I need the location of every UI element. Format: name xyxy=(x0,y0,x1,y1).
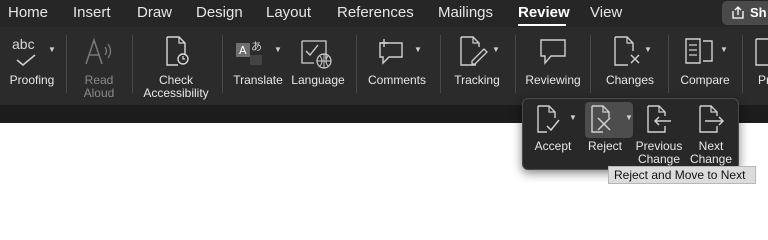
tab-view[interactable]: View xyxy=(590,4,622,21)
chevron-down-icon: ▼ xyxy=(625,113,633,122)
tab-layout[interactable]: Layout xyxy=(266,4,311,21)
proofing-icon-text: abc xyxy=(12,36,35,52)
compare-label: Compare xyxy=(680,73,730,87)
next-change-button[interactable]: Next Change xyxy=(685,99,737,169)
changes-icon xyxy=(614,36,640,66)
check-accessibility-button[interactable]: Check Accessibility xyxy=(138,27,214,103)
chevron-down-icon: ▼ xyxy=(48,45,56,54)
reject-tooltip: Reject and Move to Next xyxy=(608,166,756,184)
tab-references[interactable]: References xyxy=(337,4,414,21)
protect-button[interactable]: Pr xyxy=(746,27,768,103)
previous-change-label-2: Change xyxy=(637,152,681,166)
checkmark-icon xyxy=(16,54,36,67)
tab-draw[interactable]: Draw xyxy=(137,4,172,21)
ribbon-divider xyxy=(440,35,441,93)
changes-button[interactable]: ▼ Changes xyxy=(596,27,664,103)
track-changes-icon xyxy=(460,36,488,66)
translate-label: Translate xyxy=(233,73,283,87)
proofing-label: Proofing xyxy=(9,73,55,87)
check-accessibility-label-2: Accessibility xyxy=(143,86,209,100)
comment-add-icon xyxy=(379,39,403,65)
ribbon-divider xyxy=(132,35,133,93)
svg-text:A: A xyxy=(239,44,247,57)
chevron-down-icon: ▼ xyxy=(569,113,577,122)
language-label: Language xyxy=(291,73,345,87)
chevron-down-icon: ▼ xyxy=(492,45,500,54)
reviewing-button[interactable]: Reviewing xyxy=(520,27,586,103)
ribbon-divider xyxy=(515,35,516,93)
reviewing-comment-icon xyxy=(540,39,566,65)
comments-label: Comments xyxy=(367,73,426,87)
comments-button[interactable]: ▼ Comments xyxy=(362,27,432,103)
ribbon-divider xyxy=(668,35,669,93)
next-change-label-2: Change xyxy=(689,152,733,166)
tab-home[interactable]: Home xyxy=(8,4,48,21)
language-globe-icon xyxy=(301,40,332,69)
changes-dropdown-menu: ▼ Accept ▼ Reject Previous Change Next C… xyxy=(522,98,739,170)
chevron-down-icon: ▼ xyxy=(414,45,422,54)
share-label: Sh xyxy=(750,5,767,20)
read-aloud-label-2: Aloud xyxy=(83,86,115,100)
translate-icon: A あ xyxy=(236,40,262,65)
compare-documents-icon xyxy=(685,38,713,64)
tab-mailings[interactable]: Mailings xyxy=(438,4,493,21)
share-button[interactable]: Sh xyxy=(722,1,768,25)
read-aloud-button[interactable]: Read Aloud xyxy=(70,27,128,103)
translate-button[interactable]: A あ ▼ Translate xyxy=(228,27,288,103)
ribbon-tab-bar: Home Insert Draw Design Layout Reference… xyxy=(0,0,768,27)
tab-review[interactable]: Review xyxy=(518,4,570,21)
read-aloud-icon xyxy=(85,37,112,65)
changes-label: Changes xyxy=(605,73,655,87)
ribbon-divider xyxy=(590,35,591,93)
accessibility-check-icon xyxy=(166,36,189,66)
previous-change-icon xyxy=(647,105,671,133)
protect-icon xyxy=(755,38,768,66)
svg-text:あ: あ xyxy=(251,40,262,53)
tab-insert[interactable]: Insert xyxy=(73,4,111,21)
tracking-button[interactable]: ▼ Tracking xyxy=(446,27,508,103)
accept-change-icon xyxy=(537,105,560,133)
chevron-down-icon: ▼ xyxy=(644,45,652,54)
ribbon-divider xyxy=(356,35,357,93)
ribbon-divider xyxy=(742,35,743,93)
reject-change-icon xyxy=(591,105,611,133)
protect-label: Pr xyxy=(758,73,768,87)
review-ribbon: abc ▼ Proofing Read Aloud Check Accessib… xyxy=(0,27,768,105)
proofing-button[interactable]: abc ▼ Proofing xyxy=(0,27,64,103)
active-tab-indicator xyxy=(518,24,566,26)
chevron-down-icon: ▼ xyxy=(720,45,728,54)
language-button[interactable]: Language xyxy=(290,27,346,103)
share-icon xyxy=(732,6,744,19)
tab-design[interactable]: Design xyxy=(196,4,243,21)
next-change-icon xyxy=(699,105,725,133)
accept-label: Accept xyxy=(534,139,572,153)
ribbon-divider xyxy=(66,35,67,93)
reject-button[interactable]: ▼ Reject xyxy=(581,99,637,169)
ribbon-divider xyxy=(222,35,223,93)
tracking-label: Tracking xyxy=(454,73,500,87)
previous-change-button[interactable]: Previous Change xyxy=(633,99,685,169)
compare-button[interactable]: ▼ Compare xyxy=(672,27,738,103)
reviewing-label: Reviewing xyxy=(525,73,581,87)
reject-label: Reject xyxy=(587,139,622,153)
chevron-down-icon: ▼ xyxy=(274,45,282,54)
accept-button[interactable]: ▼ Accept xyxy=(525,99,581,169)
